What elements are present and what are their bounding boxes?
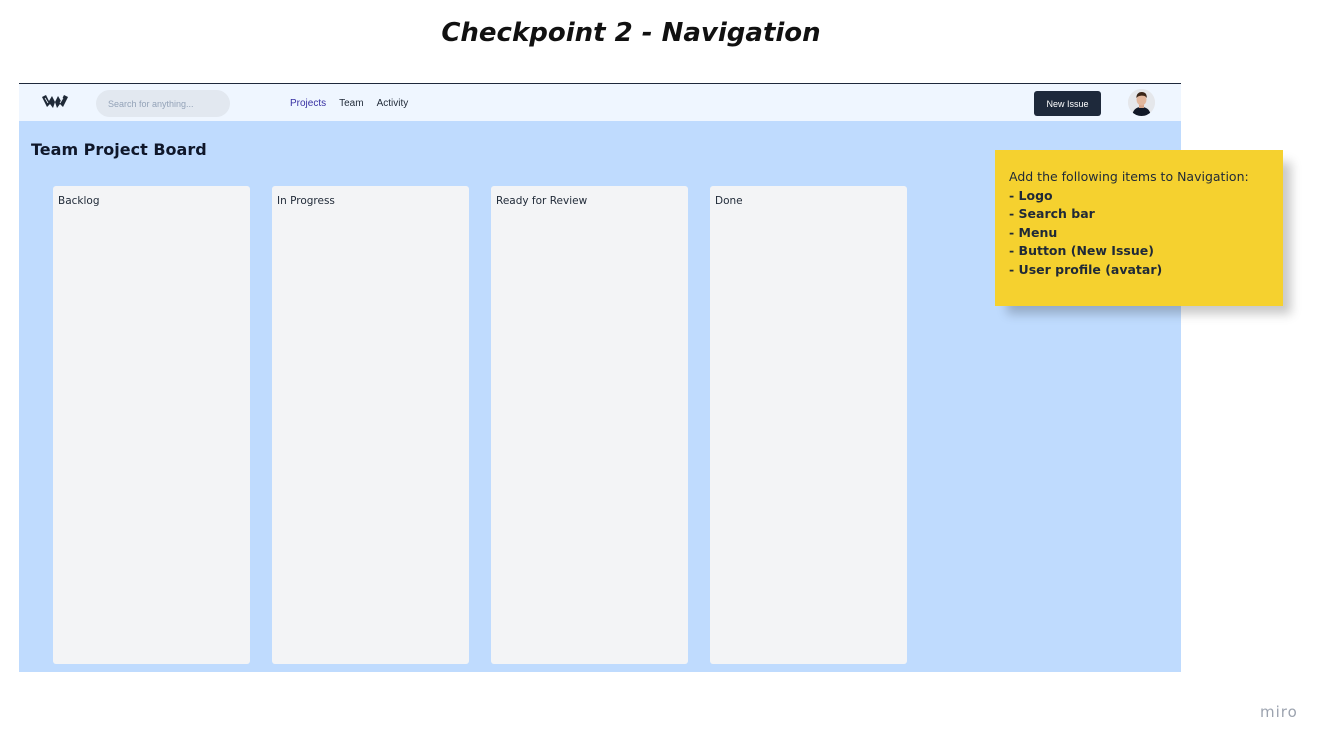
sticky-note-text: Add the following items to Navigation: -…: [1009, 168, 1249, 280]
column-title: In Progress: [277, 195, 335, 207]
column-backlog: Backlog: [53, 186, 250, 664]
column-title: Done: [715, 195, 743, 207]
navigation-bar: Projects Team Activity New Issue: [19, 83, 1181, 121]
column-done: Done: [710, 186, 907, 664]
sticky-note-item: - Logo: [1009, 187, 1053, 203]
column-ready-for-review: Ready for Review: [491, 186, 688, 664]
new-issue-button[interactable]: New Issue: [1034, 91, 1101, 116]
menu-item-projects[interactable]: Projects: [290, 98, 326, 109]
wing-logo-icon[interactable]: [41, 93, 69, 111]
menu-item-team[interactable]: Team: [339, 98, 363, 109]
column-in-progress: In Progress: [272, 186, 469, 664]
miro-watermark: miro: [1260, 703, 1298, 721]
column-title: Ready for Review: [496, 195, 588, 207]
sticky-note[interactable]: Add the following items to Navigation: -…: [995, 150, 1283, 306]
column-title: Backlog: [58, 195, 100, 207]
sticky-note-heading: Add the following items to Navigation:: [1009, 169, 1249, 184]
menu-item-activity[interactable]: Activity: [377, 98, 409, 109]
search-input[interactable]: [96, 90, 230, 117]
sticky-note-item: - Menu: [1009, 224, 1058, 240]
sticky-note-item: - Search bar: [1009, 206, 1095, 222]
main-menu: Projects Team Activity: [290, 98, 408, 109]
slide-title: Checkpoint 2 - Navigation: [441, 18, 821, 48]
sticky-note-item: - Button (New Issue): [1009, 243, 1154, 259]
user-avatar-icon[interactable]: [1128, 89, 1155, 116]
sticky-note-item: - User profile (avatar): [1009, 261, 1163, 277]
board-title: Team Project Board: [31, 140, 207, 159]
